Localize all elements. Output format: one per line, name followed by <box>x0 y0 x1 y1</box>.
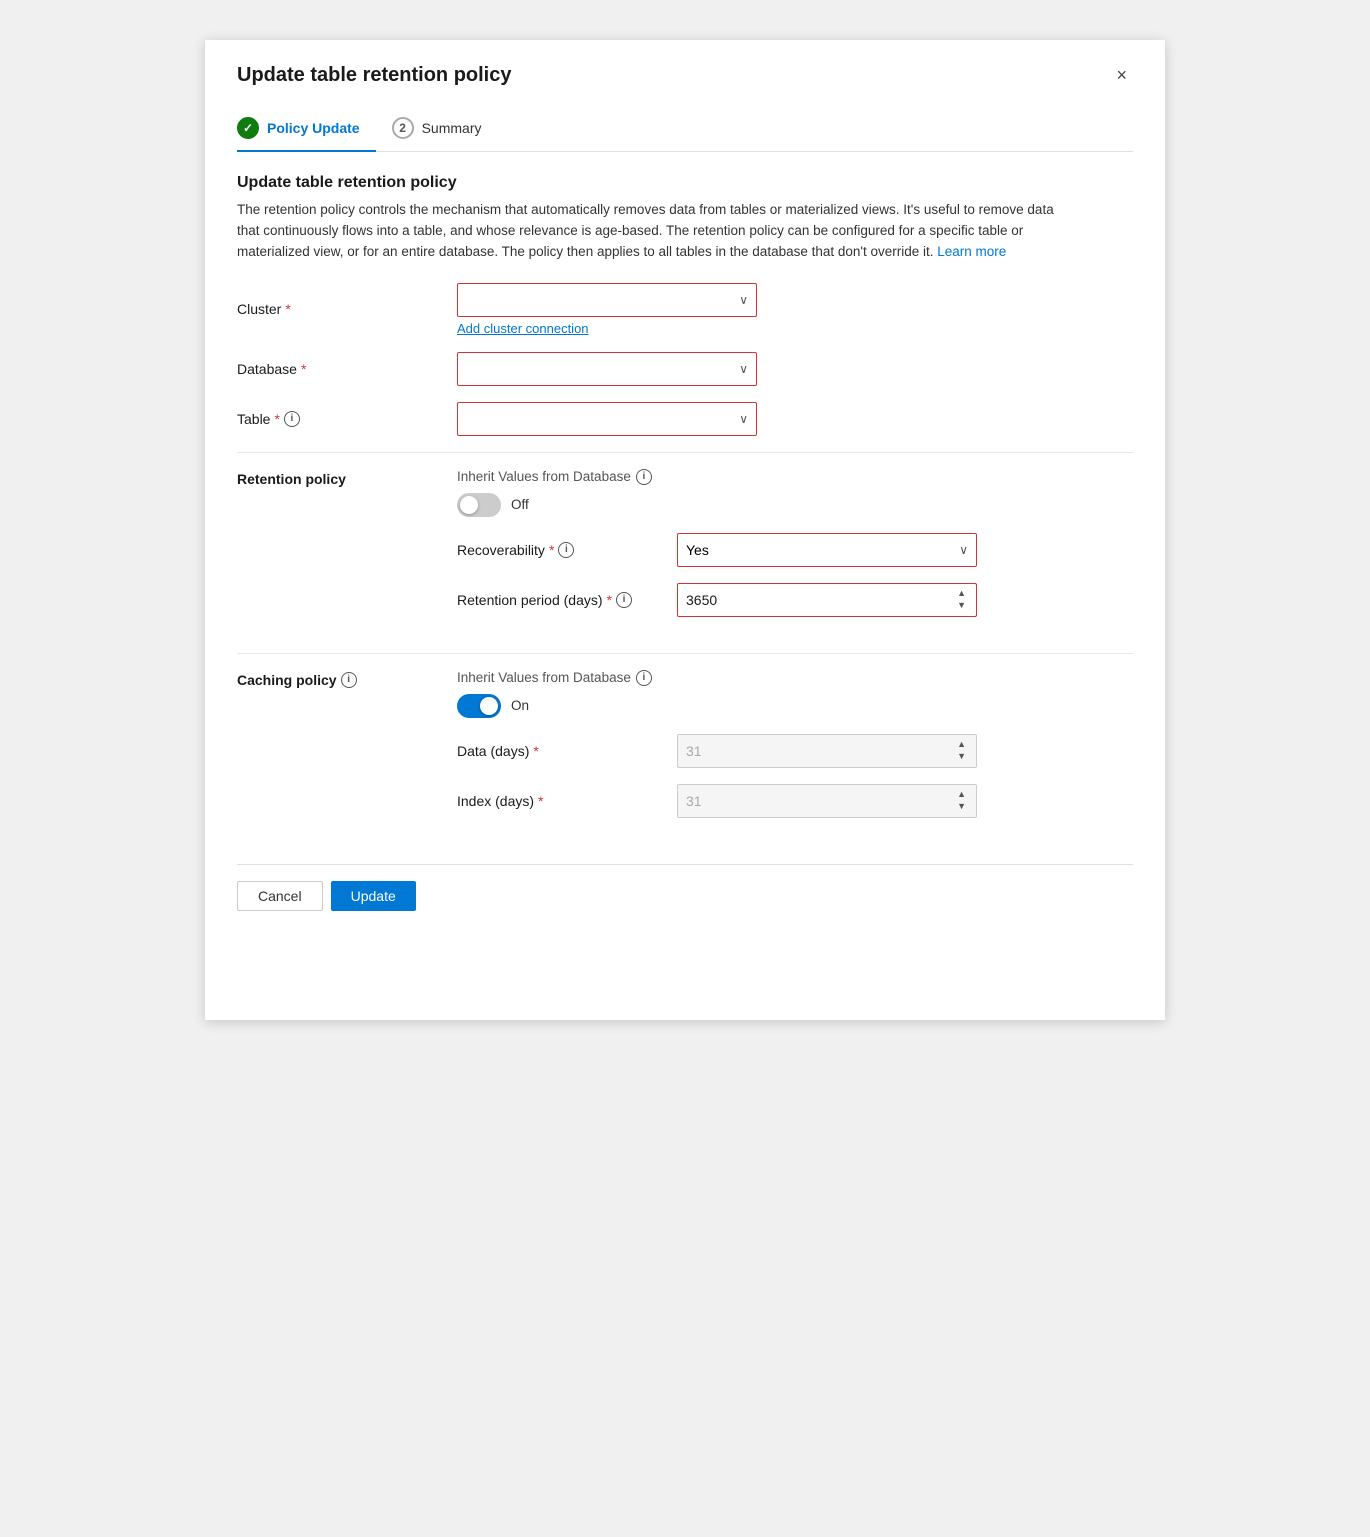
database-chevron-icon: ∨ <box>739 362 748 376</box>
step2-label: Summary <box>422 120 482 136</box>
caching-policy-section: Caching policy i Inherit Values from Dat… <box>237 670 1133 834</box>
update-button[interactable]: Update <box>331 881 416 911</box>
recoverability-value: Yes <box>686 542 709 558</box>
close-button[interactable]: × <box>1110 64 1133 86</box>
retention-toggle[interactable] <box>457 493 501 517</box>
step2-circle: 2 <box>392 117 414 139</box>
step1-circle: ✓ <box>237 117 259 139</box>
retention-toggle-slider <box>457 493 501 517</box>
index-days-decrement-button[interactable]: ▼ <box>955 801 968 812</box>
divider-2 <box>237 653 1133 654</box>
table-control: ∨ <box>457 402 757 436</box>
caching-toggle-status: On <box>511 698 529 713</box>
retention-period-spinbox[interactable]: 3650 ▲ ▼ <box>677 583 977 617</box>
caching-toggle-row: On <box>457 694 1133 718</box>
index-days-spinbox-buttons: ▲ ▼ <box>955 789 968 812</box>
retention-period-label: Retention period (days) * i <box>457 592 677 608</box>
retention-period-value: 3650 <box>686 592 717 608</box>
retention-policy-content: Inherit Values from Database i Off Recov… <box>457 469 1133 633</box>
table-dropdown[interactable]: ∨ <box>457 402 757 436</box>
data-days-increment-button[interactable]: ▲ <box>955 739 968 750</box>
retention-policy-section: Retention policy Inherit Values from Dat… <box>237 469 1133 633</box>
retention-period-increment-button[interactable]: ▲ <box>955 588 968 599</box>
retention-period-info-icon[interactable]: i <box>616 592 632 608</box>
divider-1 <box>237 452 1133 453</box>
recoverability-control: Yes ∨ <box>677 533 977 567</box>
data-days-decrement-button[interactable]: ▼ <box>955 751 968 762</box>
cluster-label: Cluster* <box>237 301 457 317</box>
index-days-control: 31 ▲ ▼ <box>677 784 977 818</box>
step-policy-update[interactable]: ✓ Policy Update <box>237 107 376 151</box>
data-days-control: 31 ▲ ▼ <box>677 734 977 768</box>
step1-label: Policy Update <box>267 120 360 136</box>
index-days-row: Index (days) * 31 ▲ ▼ <box>457 784 1133 818</box>
dialog-title: Update table retention policy <box>237 64 511 87</box>
retention-period-row: Retention period (days) * i 3650 ▲ ▼ <box>457 583 1133 617</box>
table-row: Table* i ∨ <box>237 402 1133 436</box>
dialog: Update table retention policy × ✓ Policy… <box>205 40 1165 1020</box>
data-days-row: Data (days) * 31 ▲ ▼ <box>457 734 1133 768</box>
cluster-row: Cluster* ∨ Add cluster connection <box>237 283 1133 336</box>
caching-policy-info-icon[interactable]: i <box>341 672 357 688</box>
retention-toggle-status: Off <box>511 497 529 512</box>
caching-policy-content: Inherit Values from Database i On Data (… <box>457 670 1133 834</box>
table-chevron-icon: ∨ <box>739 412 748 426</box>
section-description: The retention policy controls the mechan… <box>237 200 1057 263</box>
cluster-dropdown[interactable]: ∨ <box>457 283 757 317</box>
dialog-footer: Cancel Update <box>237 864 1133 911</box>
caching-inherit-info-icon[interactable]: i <box>636 670 652 686</box>
retention-period-control: 3650 ▲ ▼ <box>677 583 977 617</box>
index-days-spinbox[interactable]: 31 ▲ ▼ <box>677 784 977 818</box>
step-summary[interactable]: 2 Summary <box>392 107 498 151</box>
recoverability-chevron-icon: ∨ <box>959 543 968 557</box>
database-control: ∨ <box>457 352 757 386</box>
retention-inherit-info-icon[interactable]: i <box>636 469 652 485</box>
table-info-icon[interactable]: i <box>284 411 300 427</box>
index-days-increment-button[interactable]: ▲ <box>955 789 968 800</box>
recoverability-row: Recoverability * i Yes ∨ <box>457 533 1133 567</box>
caching-policy-label: Caching policy i <box>237 670 457 834</box>
table-label: Table* i <box>237 411 457 427</box>
recoverability-label: Recoverability * i <box>457 542 677 558</box>
data-days-value: 31 <box>686 743 702 759</box>
section-title: Update table retention policy <box>237 174 1133 192</box>
dialog-header: Update table retention policy × <box>237 64 1133 87</box>
retention-inherit-label: Inherit Values from Database i <box>457 469 1133 485</box>
recoverability-info-icon[interactable]: i <box>558 542 574 558</box>
retention-period-decrement-button[interactable]: ▼ <box>955 600 968 611</box>
add-cluster-link[interactable]: Add cluster connection <box>457 321 589 336</box>
recoverability-dropdown[interactable]: Yes ∨ <box>677 533 977 567</box>
cluster-chevron-icon: ∨ <box>739 293 748 307</box>
form-section: Update table retention policy The retent… <box>237 174 1133 436</box>
caching-inherit-label: Inherit Values from Database i <box>457 670 1133 686</box>
data-days-spinbox[interactable]: 31 ▲ ▼ <box>677 734 977 768</box>
data-days-spinbox-buttons: ▲ ▼ <box>955 739 968 762</box>
database-dropdown[interactable]: ∨ <box>457 352 757 386</box>
wizard-steps: ✓ Policy Update 2 Summary <box>237 107 1133 152</box>
index-days-value: 31 <box>686 793 702 809</box>
caching-toggle-slider <box>457 694 501 718</box>
index-days-label: Index (days) * <box>457 793 677 809</box>
database-label: Database* <box>237 361 457 377</box>
caching-toggle[interactable] <box>457 694 501 718</box>
retention-policy-label: Retention policy <box>237 469 457 633</box>
cluster-control: ∨ Add cluster connection <box>457 283 757 336</box>
learn-more-link[interactable]: Learn more <box>937 244 1006 259</box>
retention-period-spinbox-buttons: ▲ ▼ <box>955 588 968 611</box>
retention-toggle-row: Off <box>457 493 1133 517</box>
cancel-button[interactable]: Cancel <box>237 881 323 911</box>
database-row: Database* ∨ <box>237 352 1133 386</box>
data-days-label: Data (days) * <box>457 743 677 759</box>
